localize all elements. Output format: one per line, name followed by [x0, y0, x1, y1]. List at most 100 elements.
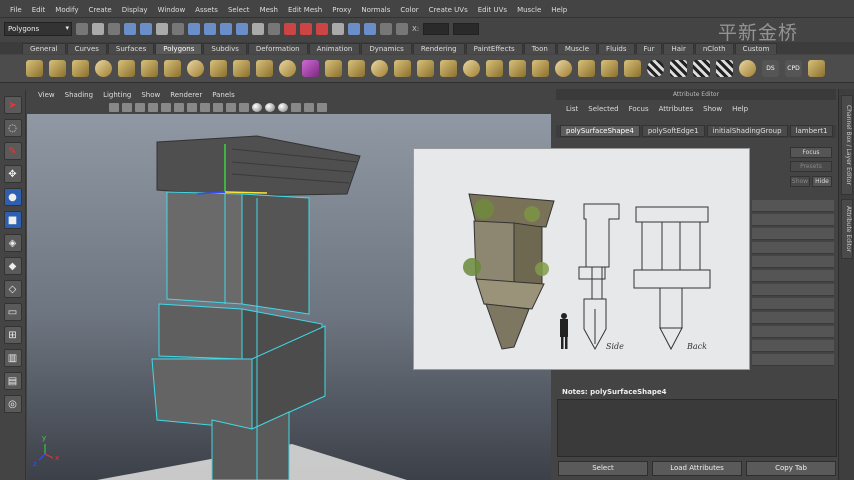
split-polygon-icon[interactable] [394, 60, 411, 77]
ae-attribute-row[interactable] [752, 200, 834, 212]
rotate-tool-icon[interactable]: ● [3, 188, 22, 206]
wireframe-on-shaded-icon[interactable] [226, 103, 236, 112]
ae-tab-polysurfaceshape4[interactable]: polySurfaceShape4 [560, 125, 640, 137]
menu-proxy[interactable]: Proxy [328, 6, 357, 14]
shelf-tab-toon[interactable]: Toon [523, 43, 556, 54]
ae-attribute-row[interactable] [752, 284, 834, 296]
ae-attribute-row[interactable] [752, 242, 834, 254]
layout-persp-graph-icon[interactable]: ▤ [3, 372, 22, 390]
x-field[interactable] [423, 22, 450, 35]
poly-pipe-icon[interactable] [210, 60, 227, 77]
menu-select[interactable]: Select [224, 6, 256, 14]
select-hierarchy-icon[interactable] [124, 22, 136, 35]
select-button[interactable]: Select [558, 461, 648, 476]
select-tool-icon[interactable]: ➤ [3, 96, 22, 114]
shelf-tab-surfaces[interactable]: Surfaces [107, 43, 155, 54]
layout-hypershade-icon[interactable]: ◎ [3, 395, 22, 413]
ae-menu-selected[interactable]: Selected [583, 105, 623, 113]
isolate-select-icon[interactable] [304, 103, 314, 112]
show-manip-icon[interactable]: ◇ [3, 280, 22, 298]
save-scene-icon[interactable] [108, 22, 120, 35]
ae-attribute-row[interactable] [752, 228, 834, 240]
lights-icon[interactable] [252, 103, 262, 112]
append-polygon-icon[interactable] [371, 60, 388, 77]
new-scene-icon[interactable] [76, 22, 88, 35]
camera-select-icon[interactable] [109, 103, 119, 112]
open-scene-icon[interactable] [92, 22, 104, 35]
menu-create-uvs[interactable]: Create UVs [425, 6, 474, 14]
poly-prism-icon[interactable] [164, 60, 181, 77]
extra-tool-icon[interactable] [808, 60, 825, 77]
ae-menu-attributes[interactable]: Attributes [654, 105, 699, 113]
layout-four-icon[interactable]: ⊞ [3, 326, 22, 344]
attribute-editor-tab[interactable]: Attribute Editor [841, 199, 853, 259]
wedge-icon[interactable] [509, 60, 526, 77]
channel-box-layer-editor-tab[interactable]: Channel Box / Layer Editor [841, 95, 853, 195]
lasso-tool-icon[interactable]: ◌ [3, 119, 22, 137]
input-ops-icon[interactable] [268, 22, 280, 35]
menu-edit-uvs[interactable]: Edit UVs [474, 6, 513, 14]
image-plane-icon[interactable] [148, 103, 158, 112]
render-settings-icon[interactable] [316, 22, 328, 35]
viewport-menu-show[interactable]: Show [136, 91, 165, 99]
viewport-menu-lighting[interactable]: Lighting [98, 91, 136, 99]
poly-cylinder-icon[interactable] [72, 60, 89, 77]
hypershade-icon[interactable] [332, 22, 344, 35]
ae-tab-initialshadinggroup[interactable]: initialShadingGroup [706, 125, 788, 137]
ae-presets-button[interactable]: Presets [790, 161, 832, 172]
layout-persp-outliner-icon[interactable]: ▥ [3, 349, 22, 367]
ae-menu-show[interactable]: Show [698, 105, 727, 113]
poke-icon[interactable] [532, 60, 549, 77]
notes-textarea[interactable] [557, 399, 837, 457]
resolution-gate-icon[interactable] [187, 103, 197, 112]
ae-attribute-row[interactable] [752, 270, 834, 282]
sidebar-toggle-icon[interactable] [348, 22, 360, 35]
ae-menu-help[interactable]: Help [727, 105, 753, 113]
ae-attribute-row[interactable] [752, 214, 834, 226]
ae-attribute-row[interactable] [752, 326, 834, 338]
channel-box-icon[interactable] [396, 22, 408, 35]
menu-color[interactable]: Color [396, 6, 424, 14]
ae-menu-list[interactable]: List [561, 105, 583, 113]
spherical-mapping-icon[interactable] [693, 60, 710, 77]
shelf-tab-custom[interactable]: Custom [734, 43, 778, 54]
shelf-tab-fur[interactable]: Fur [635, 43, 663, 54]
shelf-tab-general[interactable]: General [22, 43, 66, 54]
menu-normals[interactable]: Normals [357, 6, 396, 14]
grid-icon[interactable] [161, 103, 171, 112]
poly-cube-icon[interactable] [49, 60, 66, 77]
separate-icon[interactable] [279, 60, 296, 77]
menu-help[interactable]: Help [547, 6, 573, 14]
ae-tab-polysoftedge1[interactable]: polySoftEdge1 [641, 125, 705, 137]
menu-modify[interactable]: Modify [51, 6, 84, 14]
snap-grid-icon[interactable] [188, 22, 200, 35]
ae-menu-focus[interactable]: Focus [624, 105, 654, 113]
shelf-tab-painteffects[interactable]: PaintEffects [465, 43, 523, 54]
ambient-occlusion-icon[interactable] [278, 103, 288, 112]
planar-mapping-icon[interactable] [647, 60, 664, 77]
attribute-toggle-icon[interactable] [364, 22, 376, 35]
hud-icon[interactable] [317, 103, 327, 112]
ae-attribute-row[interactable] [752, 312, 834, 324]
shelf-tab-curves[interactable]: Curves [66, 43, 107, 54]
layout-single-icon[interactable]: ▭ [3, 303, 22, 321]
ae-attribute-row[interactable] [752, 340, 834, 352]
copy-tab-button[interactable]: Copy Tab [746, 461, 836, 476]
ae-tab-lambert1[interactable]: lambert1 [789, 125, 834, 137]
ae-attribute-row[interactable] [752, 298, 834, 310]
reduce-icon[interactable] [578, 60, 595, 77]
ae-hide-button[interactable]: Hide [812, 176, 832, 187]
paint-select-icon[interactable]: ✎ [3, 142, 22, 160]
pick-mask-icon[interactable] [172, 22, 184, 35]
cpd-icon[interactable]: CPD [785, 60, 802, 77]
snap-point-icon[interactable] [220, 22, 232, 35]
menu-create[interactable]: Create [84, 6, 117, 14]
shelf-tab-polygons[interactable]: Polygons [155, 43, 203, 54]
smooth-icon[interactable] [302, 60, 319, 77]
shelf-tab-deformation[interactable]: Deformation [247, 43, 308, 54]
automatic-mapping-icon[interactable] [716, 60, 733, 77]
insert-edge-loop-icon[interactable] [417, 60, 434, 77]
menu-edit[interactable]: Edit [28, 6, 52, 14]
y-field[interactable] [453, 22, 480, 35]
snap-curve-icon[interactable] [204, 22, 216, 35]
